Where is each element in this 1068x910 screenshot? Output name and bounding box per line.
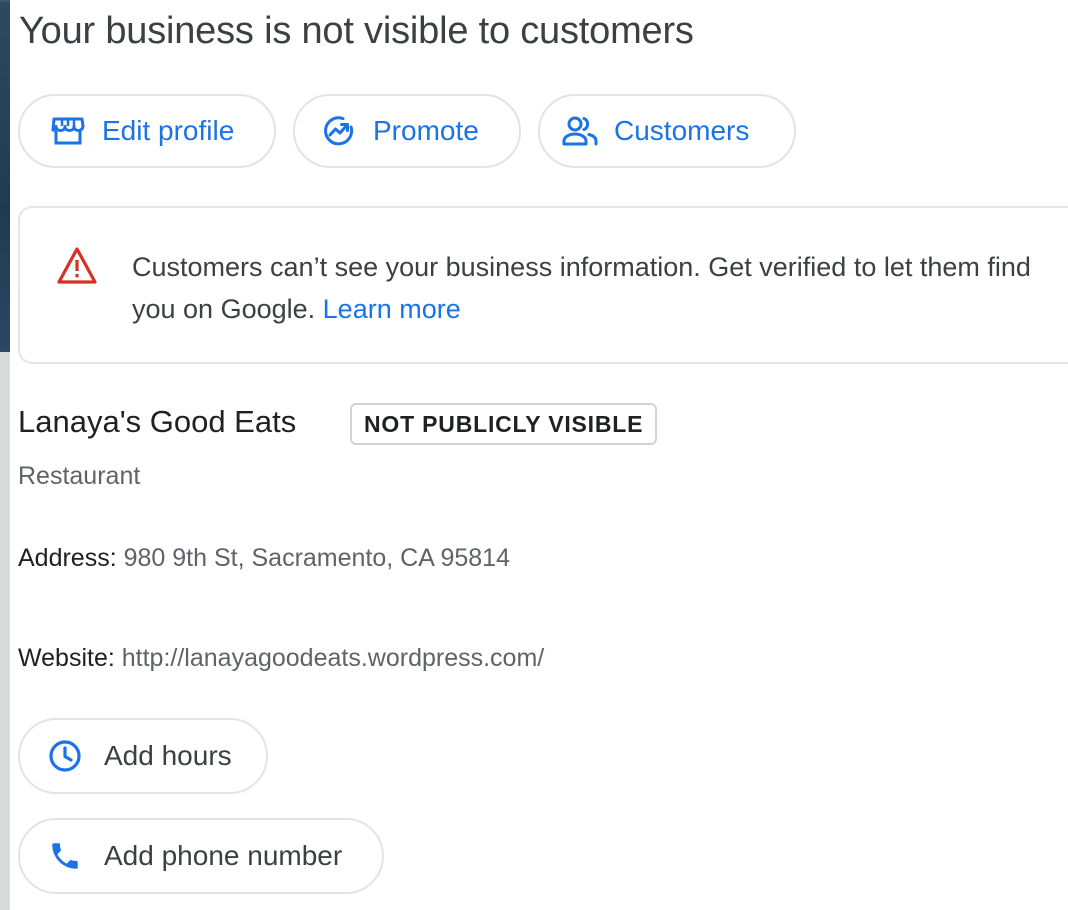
trending-up-icon (321, 113, 357, 149)
website-value: http://lanayagoodeats.wordpress.com/ (121, 644, 545, 672)
address-row: Address: 980 9th St, Sacramento, CA 9581… (18, 544, 510, 573)
window-edge (0, 352, 10, 910)
phone-icon (48, 839, 82, 873)
business-category: Restaurant (18, 462, 141, 490)
address-key: Address: (18, 544, 117, 572)
business-name: Lanaya's Good Eats (18, 404, 297, 439)
warning-triangle-icon (56, 246, 98, 286)
add-hours-label: Add hours (104, 740, 232, 771)
customers-label: Customers (614, 115, 750, 146)
storefront-icon (50, 113, 86, 149)
visibility-badge: NOT PUBLICLY VISIBLE (350, 403, 658, 445)
add-hours-button[interactable]: Add hours (18, 718, 268, 794)
verification-alert: Customers can’t see your business inform… (18, 206, 1068, 364)
add-phone-label: Add phone number (104, 840, 343, 871)
website-row: Website: http://lanayagoodeats.wordpress… (18, 644, 544, 673)
promote-button[interactable]: Promote (293, 94, 521, 168)
address-value: 980 9th St, Sacramento, CA 95814 (123, 544, 510, 572)
alert-text: Customers can’t see your business inform… (132, 252, 1031, 324)
edit-profile-label: Edit profile (102, 115, 235, 146)
desktop-edge (0, 0, 10, 352)
people-icon (562, 113, 598, 149)
edit-profile-button[interactable]: Edit profile (18, 94, 276, 168)
screen: Your business is not visible to customer… (0, 0, 1068, 910)
learn-more-link[interactable]: Learn more (323, 294, 461, 324)
customers-button[interactable]: Customers (538, 94, 796, 168)
alert-message: Customers can’t see your business inform… (132, 246, 1062, 330)
website-key: Website: (18, 644, 115, 672)
promote-label: Promote (373, 115, 479, 146)
page-title: Your business is not visible to customer… (19, 10, 694, 52)
business-profile-panel: Your business is not visible to customer… (10, 0, 1068, 910)
clock-icon (48, 739, 82, 773)
add-phone-button[interactable]: Add phone number (18, 818, 384, 894)
